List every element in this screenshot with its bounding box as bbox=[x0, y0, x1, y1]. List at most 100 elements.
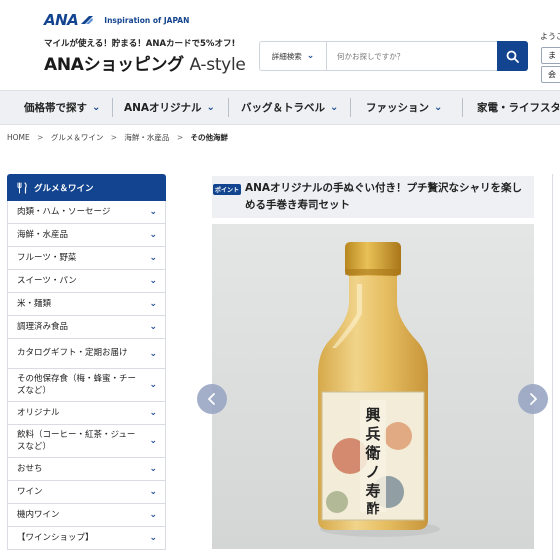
nav-item-label: 家電・ライフスタイ bbox=[477, 102, 559, 114]
chevron-down-icon: ⌄ bbox=[206, 102, 215, 113]
sidebar-item-catalog-gift[interactable]: カタログギフト・定期お届け ⌄ bbox=[7, 339, 166, 369]
chevron-right-icon bbox=[530, 393, 537, 405]
product-title: ANAオリジナルの手ぬぐい付き！プチ贅沢なシャリを楽しめる手巻き寿司セット bbox=[245, 182, 523, 211]
sidebar-heading[interactable]: グルメ＆ワイン bbox=[7, 174, 166, 201]
sidebar-item-wine-shop[interactable]: 【ワインショップ】 ⌄ bbox=[7, 527, 166, 550]
chevron-down-icon: ⌄ bbox=[149, 253, 157, 263]
site-title[interactable]: ANAショッピング A-style bbox=[44, 50, 246, 75]
mile-promo-text: マイルが使える！貯まる！ANAカードで5%オフ! bbox=[44, 39, 236, 49]
header-button-2[interactable]: 会 bbox=[541, 66, 560, 83]
sidebar-item-rice-noodles[interactable]: 米・麺類 ⌄ bbox=[7, 293, 166, 316]
right-column-edge bbox=[552, 174, 560, 560]
product-bottle-image: 興 兵 衛 ノ 寿 酢 bbox=[212, 224, 534, 549]
search-icon bbox=[506, 50, 519, 63]
site-header: ANA Inspiration of JAPAN マイルが使える！貯まる！ANA… bbox=[0, 0, 560, 90]
nav-item-fashion[interactable]: ファッション ⌄ bbox=[351, 91, 462, 124]
nav-item-label: 価格帯で探す bbox=[24, 102, 87, 114]
main-nav: 価格帯で探す ⌄ ANAオリジナル ⌄ バッグ＆トラベル ⌄ ファッション ⌄ … bbox=[0, 90, 560, 125]
sidebar-item-sweets[interactable]: スイーツ・パン ⌄ bbox=[7, 270, 166, 293]
chevron-down-icon: ⌄ bbox=[149, 464, 157, 474]
sidebar-item-original[interactable]: オリジナル ⌄ bbox=[7, 402, 166, 425]
chevron-down-icon: ⌄ bbox=[149, 487, 157, 497]
search-bar: 詳細検索 ⌄ bbox=[259, 41, 528, 71]
fork-knife-icon bbox=[17, 181, 27, 194]
sidebar-item-label: 米・麺類 bbox=[17, 298, 52, 309]
chevron-down-icon: ⌄ bbox=[149, 436, 157, 446]
breadcrumb-link[interactable]: 海鮮・水産品 bbox=[124, 133, 169, 142]
sidebar-item-inflight-wine[interactable]: 機内ワイン ⌄ bbox=[7, 504, 166, 527]
category-sidebar: グルメ＆ワイン 肉類・ハム・ソーセージ ⌄ 海鮮・水産品 ⌄ フルーツ・野菜 ⌄… bbox=[7, 174, 166, 550]
sidebar-item-osechi[interactable]: おせち ⌄ bbox=[7, 458, 166, 481]
ana-bird-icon bbox=[81, 16, 94, 24]
advanced-search-label: 詳細検索 bbox=[271, 51, 302, 61]
chevron-down-icon: ⌄ bbox=[306, 51, 315, 61]
svg-text:酢: 酢 bbox=[366, 501, 379, 517]
search-button[interactable] bbox=[497, 41, 528, 71]
sidebar-item-label: ワイン bbox=[17, 486, 43, 497]
point-badge: ポイント bbox=[213, 184, 241, 195]
sidebar-item-label: 肉類・ハム・ソーセージ bbox=[17, 206, 111, 217]
advanced-search-dropdown[interactable]: 詳細検索 ⌄ bbox=[260, 42, 327, 70]
sidebar-item-seafood[interactable]: 海鮮・水産品 ⌄ bbox=[7, 224, 166, 247]
sidebar-item-meat[interactable]: 肉類・ハム・ソーセージ ⌄ bbox=[7, 201, 166, 224]
chevron-down-icon: ⌄ bbox=[149, 322, 157, 332]
svg-text:ノ: ノ bbox=[365, 463, 380, 481]
header-button-1[interactable]: ま bbox=[541, 47, 560, 64]
sidebar-item-preserved[interactable]: その他保存食（梅・蜂蜜・チーズなど） ⌄ bbox=[7, 369, 166, 402]
nav-item-ana-original[interactable]: ANAオリジナル ⌄ bbox=[113, 91, 228, 124]
chevron-down-icon: ⌄ bbox=[149, 348, 157, 359]
breadcrumb-separator: > bbox=[37, 133, 44, 142]
sidebar-item-label: 海鮮・水産品 bbox=[17, 229, 69, 240]
nav-item-label: ファッション bbox=[366, 102, 429, 114]
breadcrumb-separator: > bbox=[110, 133, 118, 142]
sidebar-item-label: その他保存食（梅・蜂蜜・チーズなど） bbox=[17, 373, 137, 397]
breadcrumb-separator: > bbox=[176, 133, 184, 142]
chevron-down-icon: ⌄ bbox=[149, 207, 157, 217]
nav-item-appliances[interactable]: 家電・ライフスタイ bbox=[463, 91, 559, 124]
nav-item-price[interactable]: 価格帯で探す ⌄ bbox=[0, 91, 112, 124]
gallery-next-button[interactable] bbox=[518, 384, 548, 414]
gallery-prev-button[interactable] bbox=[197, 384, 227, 414]
site-title-main: ANAショッピング bbox=[44, 55, 184, 75]
breadcrumb: HOME > グルメ＆ワイン > 海鮮・水産品 > その他海鮮 bbox=[7, 132, 228, 143]
sidebar-item-prepared[interactable]: 調理済み食品 ⌄ bbox=[7, 316, 166, 339]
svg-text:兵: 兵 bbox=[365, 425, 380, 443]
sidebar-item-label: カタログギフト・定期お届け bbox=[17, 348, 128, 359]
chevron-down-icon: ⌄ bbox=[330, 102, 339, 113]
chevron-down-icon: ⌄ bbox=[149, 380, 157, 390]
chevron-down-icon: ⌄ bbox=[149, 299, 157, 309]
chevron-down-icon: ⌄ bbox=[149, 408, 157, 418]
chevron-down-icon: ⌄ bbox=[92, 102, 101, 113]
chevron-down-icon: ⌄ bbox=[149, 510, 157, 520]
sidebar-item-label: 機内ワイン bbox=[17, 509, 60, 520]
page: ANA Inspiration of JAPAN マイルが使える！貯まる！ANA… bbox=[0, 0, 560, 560]
ana-logo[interactable]: ANA Inspiration of JAPAN bbox=[44, 11, 189, 29]
chevron-down-icon: ⌄ bbox=[434, 102, 443, 113]
sidebar-heading-label: グルメ＆ワイン bbox=[34, 183, 94, 194]
svg-text:衛: 衛 bbox=[364, 444, 380, 462]
tagline: Inspiration of JAPAN bbox=[104, 15, 190, 25]
nav-item-label: ANAオリジナル bbox=[124, 102, 202, 114]
sidebar-item-label: 調理済み食品 bbox=[17, 321, 69, 332]
svg-text:興: 興 bbox=[365, 406, 380, 424]
ana-logo-text: ANA bbox=[44, 11, 79, 29]
chevron-down-icon: ⌄ bbox=[149, 533, 157, 543]
chevron-left-icon bbox=[208, 393, 215, 405]
sidebar-item-label: 飲料（コーヒー・紅茶・ジュースなど） bbox=[17, 429, 136, 453]
site-title-style: A-style bbox=[189, 55, 246, 75]
sidebar-item-beverages[interactable]: 飲料（コーヒー・紅茶・ジュースなど） ⌄ bbox=[7, 425, 166, 458]
search-input[interactable] bbox=[327, 42, 497, 70]
product-image-gallery[interactable]: 興 兵 衛 ノ 寿 酢 bbox=[212, 224, 534, 549]
breadcrumb-current: その他海鮮 bbox=[190, 133, 229, 142]
sidebar-item-label: フルーツ・野菜 bbox=[17, 252, 77, 263]
sidebar-item-label: おせち bbox=[17, 463, 43, 474]
breadcrumb-link[interactable]: HOME bbox=[7, 133, 30, 142]
nav-item-label: バッグ＆トラベル bbox=[241, 102, 325, 114]
sidebar-item-wine[interactable]: ワイン ⌄ bbox=[7, 481, 166, 504]
sidebar-item-label: オリジナル bbox=[17, 407, 60, 418]
welcome-text: ようこ bbox=[540, 32, 560, 41]
sidebar-item-fruits[interactable]: フルーツ・野菜 ⌄ bbox=[7, 247, 166, 270]
chevron-down-icon: ⌄ bbox=[149, 230, 157, 240]
breadcrumb-link[interactable]: グルメ＆ワイン bbox=[51, 133, 104, 142]
nav-item-bag-travel[interactable]: バッグ＆トラベル ⌄ bbox=[229, 91, 350, 124]
